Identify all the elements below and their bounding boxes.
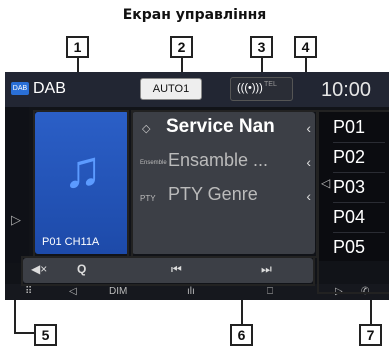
callout-5: 5 xyxy=(34,324,57,346)
grid-icon[interactable]: ⠿ xyxy=(25,286,32,297)
preset-list-frame xyxy=(317,110,389,294)
leader-6 xyxy=(241,296,243,324)
callout-1: 1 xyxy=(66,36,89,58)
dim-button[interactable]: DIM xyxy=(109,286,127,297)
station-info-frame xyxy=(131,110,318,258)
left-panel-handle[interactable]: ▷ xyxy=(5,107,29,263)
antenna-icon: (((•))) xyxy=(237,82,263,94)
callout-7: 7 xyxy=(359,324,382,346)
callout-6: 6 xyxy=(230,324,253,346)
source-label[interactable]: DAB xyxy=(33,80,66,98)
clock: 10:00 xyxy=(321,79,372,101)
callout-2: 2 xyxy=(170,36,193,58)
back-icon[interactable]: ◁ xyxy=(69,286,77,297)
dab-logo-icon: DAB xyxy=(11,82,29,95)
status-indicators: (((•))) TEL xyxy=(230,77,293,101)
tel-icon: TEL xyxy=(264,81,277,88)
chevron-right-icon[interactable]: ▷ xyxy=(11,212,21,228)
window-icon[interactable]: ⎕ xyxy=(267,286,273,297)
album-art-frame xyxy=(33,110,129,258)
equalizer-icon[interactable]: ılı xyxy=(187,286,195,297)
callout-4: 4 xyxy=(294,36,317,58)
auto-button[interactable]: AUTO1 xyxy=(140,78,202,100)
leader-5b xyxy=(14,332,34,334)
callout-3: 3 xyxy=(250,36,273,58)
controls-frame xyxy=(21,256,315,286)
page-heading: Екран управління xyxy=(122,7,267,23)
